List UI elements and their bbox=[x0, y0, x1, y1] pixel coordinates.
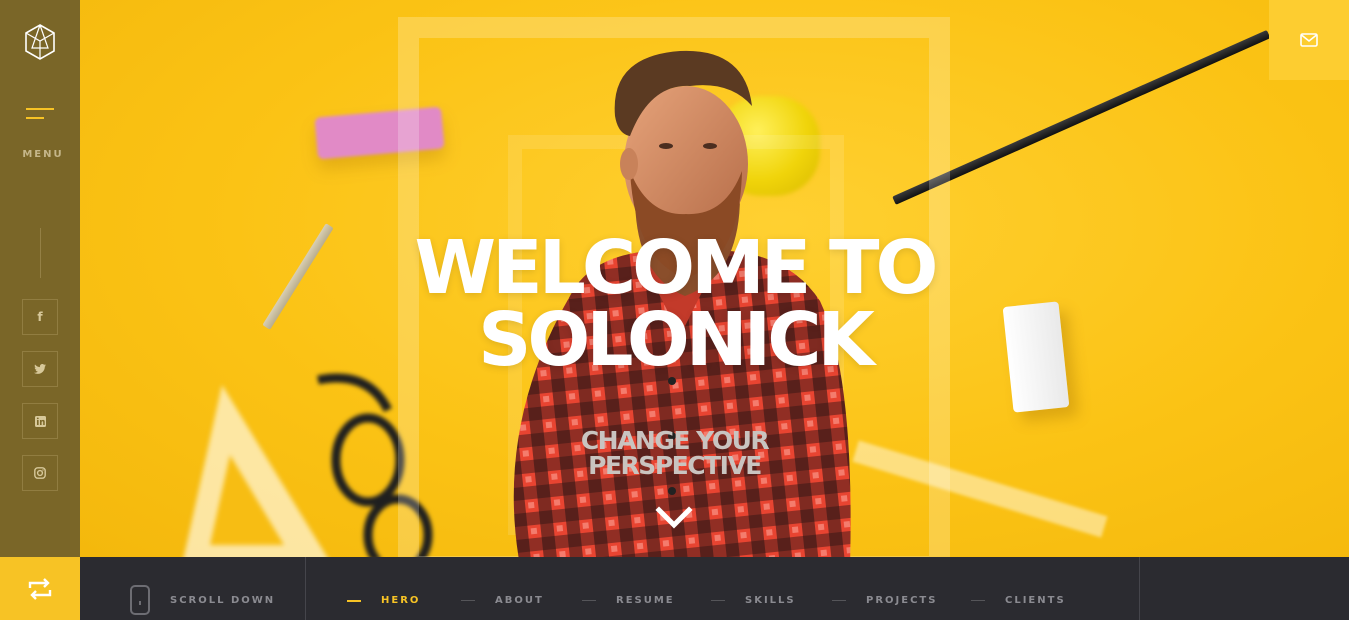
logo-icon[interactable] bbox=[24, 24, 56, 60]
hero-title-line2: SOLONICK bbox=[478, 297, 875, 383]
contact-button[interactable] bbox=[1269, 0, 1349, 80]
hero-title: WELCOME TO SOLONICK bbox=[80, 225, 1269, 383]
hamburger-icon-line bbox=[26, 117, 44, 119]
nav-item-about[interactable]: ABOUT bbox=[461, 595, 544, 606]
hero-subtitle-line2: PERSPECTIVE bbox=[588, 451, 762, 480]
nav-dash bbox=[971, 600, 985, 601]
nav-label: HERO bbox=[381, 595, 421, 606]
scroll-down-area[interactable]: SCROLL DOWN bbox=[80, 557, 306, 620]
linkedin-icon[interactable] bbox=[22, 403, 58, 439]
mouse-icon bbox=[130, 585, 150, 615]
envelope-icon bbox=[1300, 33, 1318, 47]
nav-item-clients[interactable]: CLIENTS bbox=[971, 595, 1066, 606]
section-nav: HERO ABOUT RESUME SKILLS PROJECTS CLIENT… bbox=[307, 557, 1140, 620]
nav-dash bbox=[582, 600, 596, 601]
nav-dash bbox=[347, 599, 361, 602]
hamburger-icon bbox=[26, 108, 54, 110]
chevron-down-icon[interactable] bbox=[655, 504, 693, 532]
bottom-bar: SCROLL DOWN HERO ABOUT RESUME SKILLS PRO… bbox=[0, 557, 1349, 620]
nav-label: CLIENTS bbox=[1005, 595, 1066, 606]
nav-label: PROJECTS bbox=[866, 595, 938, 606]
nav-dash bbox=[711, 600, 725, 601]
hero-subtitle: CHANGE YOUR PERSPECTIVE bbox=[80, 428, 1269, 478]
share-button[interactable] bbox=[0, 557, 80, 620]
repeat-icon bbox=[28, 577, 52, 600]
instagram-icon[interactable] bbox=[22, 455, 58, 491]
nav-dash bbox=[832, 600, 846, 601]
menu-button[interactable]: MENU bbox=[22, 100, 62, 170]
twitter-icon[interactable] bbox=[22, 351, 58, 387]
scroll-down-label: SCROLL DOWN bbox=[170, 595, 276, 606]
nav-label: SKILLS bbox=[745, 595, 796, 606]
nav-label: ABOUT bbox=[495, 595, 544, 606]
menu-label: MENU bbox=[22, 149, 64, 160]
nav-label: RESUME bbox=[616, 595, 675, 606]
sidebar-divider bbox=[40, 228, 41, 278]
facebook-icon[interactable]: f bbox=[22, 299, 58, 335]
hero-title-line1: WELCOME TO bbox=[414, 225, 939, 311]
left-sidebar: MENU f bbox=[0, 0, 80, 557]
nav-item-hero[interactable]: HERO bbox=[347, 595, 420, 606]
hero-subtitle-line1: CHANGE YOUR bbox=[580, 426, 770, 455]
nav-item-skills[interactable]: SKILLS bbox=[711, 595, 796, 606]
nav-dash bbox=[461, 600, 475, 601]
nav-item-projects[interactable]: PROJECTS bbox=[832, 595, 937, 606]
nav-item-resume[interactable]: RESUME bbox=[582, 595, 675, 606]
